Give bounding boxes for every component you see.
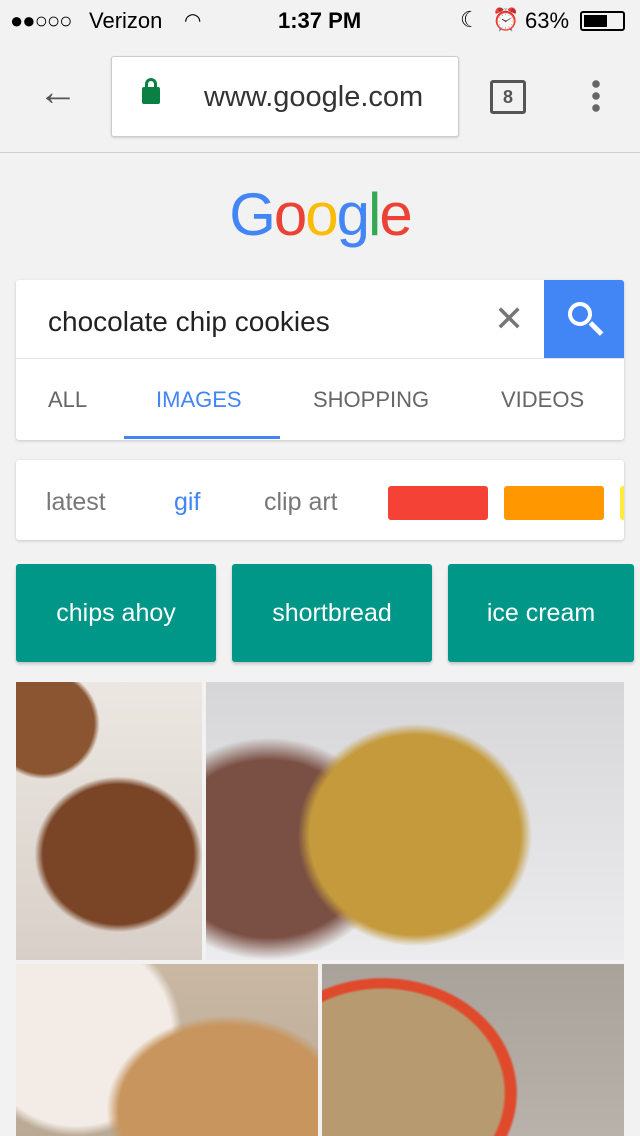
address-bar[interactable]: www.google.com — [111, 56, 459, 137]
chip-color-yellow[interactable] — [620, 486, 624, 520]
battery-percent: 63% — [525, 8, 570, 33]
moon-icon: ☾ — [460, 7, 480, 32]
image-result-cookie-dough[interactable] — [322, 964, 624, 1136]
clear-icon[interactable]: ✕ — [494, 298, 524, 340]
search-icon — [568, 302, 592, 326]
carrier: Verizon — [89, 8, 163, 33]
filter-chips: latest gif clip art — [16, 460, 624, 540]
clock: 1:37 PM — [278, 8, 362, 33]
tab-shopping[interactable]: SHOPPING — [313, 387, 429, 413]
chip-gif[interactable]: gif — [174, 488, 200, 517]
chip-latest[interactable]: latest — [46, 488, 106, 517]
search-input[interactable]: chocolate chip cookies — [48, 306, 330, 338]
menu-icon[interactable] — [592, 78, 600, 114]
signal-icon: ●●○○○ — [10, 8, 72, 33]
tab-switcher-button[interactable]: 8 — [490, 80, 526, 114]
tab-bar: ALL IMAGES SHOPPING VIDEOS — [16, 359, 624, 440]
chip-color-red[interactable] — [388, 486, 488, 520]
active-tab-indicator — [124, 436, 280, 439]
tab-videos[interactable]: VIDEOS — [501, 387, 584, 413]
google-logo: Google — [229, 181, 413, 248]
image-result-cookie-hand[interactable] — [206, 682, 624, 960]
alarm-icon: ⏰ — [492, 7, 520, 32]
url-text: www.google.com — [204, 81, 424, 113]
image-result-cookie-stack[interactable] — [16, 682, 202, 960]
status-bar: ●●○○○ Verizon ◠ 1:37 PM ☾ ⏰ 63% — [0, 0, 640, 40]
back-arrow-icon[interactable]: ← — [38, 70, 78, 115]
wifi-icon: ◠ — [184, 10, 202, 32]
search-button[interactable] — [544, 280, 624, 359]
suggestion-ice-cream[interactable]: ice cream — [448, 564, 634, 662]
chip-clip-art[interactable]: clip art — [264, 488, 338, 517]
chip-color-orange[interactable] — [504, 486, 604, 520]
image-result-cookies-milk[interactable] — [16, 964, 318, 1136]
search-card: chocolate chip cookies ✕ ALL IMAGES SHOP… — [16, 280, 624, 440]
tab-all[interactable]: ALL — [48, 387, 87, 413]
browser-toolbar: ← www.google.com 8 — [0, 40, 640, 153]
suggestion-chips-ahoy[interactable]: chips ahoy — [16, 564, 216, 662]
lock-icon — [142, 78, 160, 104]
tab-images[interactable]: IMAGES — [156, 387, 242, 413]
suggestion-shortbread[interactable]: shortbread — [232, 564, 432, 662]
battery-icon — [580, 11, 625, 31]
